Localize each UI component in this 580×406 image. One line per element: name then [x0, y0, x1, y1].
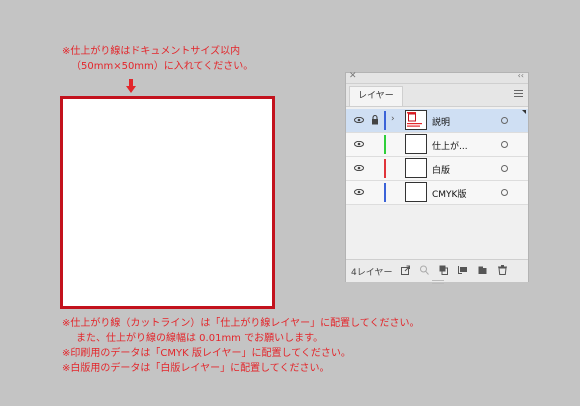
layer-count: 4レイヤー: [351, 268, 393, 278]
layer-color-bar: [384, 159, 386, 178]
layer-name[interactable]: CMYK版: [432, 187, 466, 200]
selection-corner-icon: [522, 110, 526, 114]
panel-tabbar: レイヤー: [346, 84, 528, 107]
target-circle-icon[interactable]: [501, 189, 508, 196]
export-icon[interactable]: [401, 265, 410, 275]
artboard[interactable]: [60, 96, 275, 309]
panel-titlebar[interactable]: ✕ ‹‹: [346, 71, 528, 84]
chevron-right-icon[interactable]: ›: [391, 114, 395, 124]
layer-thumbnail: [405, 134, 427, 154]
layer-row-setsumei[interactable]: › 説明: [346, 109, 528, 133]
tab-layers[interactable]: レイヤー: [349, 86, 403, 106]
layer-row-cmyk[interactable]: CMYK版: [346, 181, 528, 205]
layer-thumbnail: [405, 110, 427, 130]
note-white-layer: ※白版用のデータは「白版レイヤー」に配置してください。: [62, 363, 330, 374]
layer-thumbnail: [405, 158, 427, 178]
layer-name[interactable]: 説明: [432, 115, 450, 128]
lock-icon[interactable]: [371, 115, 379, 125]
layer-color-bar: [384, 183, 386, 202]
close-icon[interactable]: ✕: [349, 71, 357, 81]
target-circle-icon[interactable]: [501, 165, 508, 172]
visibility-eye-icon[interactable]: [354, 165, 364, 171]
panel-footer: 4レイヤー: [346, 259, 528, 282]
new-layer-icon[interactable]: [478, 265, 487, 275]
clipping-mask-icon[interactable]: [439, 265, 448, 275]
layers-panel: ✕ ‹‹ レイヤー › 説明 仕上が... 白版 CMYK版 4レイヤー: [345, 71, 529, 284]
note-line-width: また、仕上がり線の線幅は 0.01mm でお願いします。: [76, 333, 324, 344]
panel-menu-icon[interactable]: [514, 90, 523, 98]
collapse-icon[interactable]: ‹‹: [518, 71, 524, 80]
layer-color-bar: [384, 135, 386, 154]
arrow-down-icon: [126, 79, 136, 93]
layer-color-bar: [384, 111, 386, 130]
visibility-eye-icon[interactable]: [354, 117, 364, 123]
target-circle-icon[interactable]: [501, 117, 508, 124]
note-cmyk-layer: ※印刷用のデータは「CMYK 版レイヤー」に配置してください。: [62, 348, 351, 359]
visibility-eye-icon[interactable]: [354, 189, 364, 195]
locate-icon[interactable]: [420, 265, 429, 275]
layer-thumbnail: [405, 182, 427, 202]
layer-row-white[interactable]: 白版: [346, 157, 528, 181]
visibility-eye-icon[interactable]: [354, 141, 364, 147]
note-finish-line-size: ※仕上がり線はドキュメントサイズ以内: [62, 46, 241, 57]
layer-row-finish-line[interactable]: 仕上が...: [346, 133, 528, 157]
note-cut-line-layer: ※仕上がり線（カットライン）は「仕上がり線レイヤー」に配置してください。: [62, 318, 420, 329]
new-sublayer-icon[interactable]: [458, 265, 467, 275]
layer-name[interactable]: 白版: [432, 163, 450, 176]
panel-resize-grip[interactable]: [432, 280, 444, 284]
trash-icon[interactable]: [498, 265, 507, 275]
layer-name[interactable]: 仕上が...: [432, 139, 468, 152]
note-document-size: （50mm×50mm）に入れてください。: [71, 61, 254, 72]
target-circle-icon[interactable]: [501, 141, 508, 148]
